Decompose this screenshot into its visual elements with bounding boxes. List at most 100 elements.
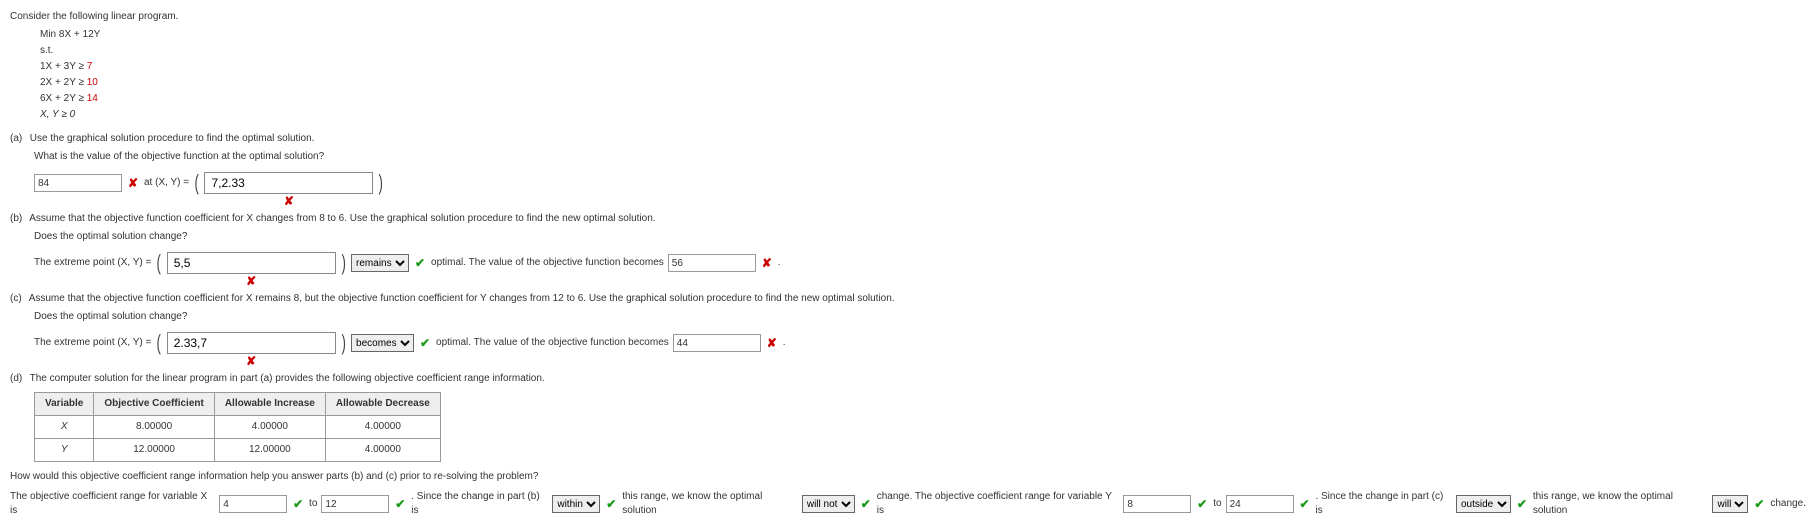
- part-d-label: (d): [10, 373, 22, 384]
- d-xlo-input[interactable]: [219, 495, 287, 513]
- td: 12.00000: [94, 439, 214, 462]
- d-s2: . Since the change in part (b) is: [411, 490, 548, 518]
- b-remains-select[interactable]: remains: [351, 254, 409, 272]
- lp-c3b: 14: [87, 93, 98, 104]
- c-lead: The extreme point (X, Y) =: [34, 336, 151, 350]
- d-willnot-select[interactable]: will not: [802, 495, 855, 513]
- lp-c4: X, Y ≥ 0: [40, 108, 1806, 122]
- a-obj-mark-icon: ✘: [126, 176, 140, 190]
- d-xhi-input[interactable]: [321, 495, 389, 513]
- d-ylo-input[interactable]: [1123, 495, 1191, 513]
- d-will-mark-icon: ✔: [1752, 497, 1766, 511]
- part-a-q2: What is the value of the objective funct…: [34, 150, 1806, 164]
- a-xy-input[interactable]: [204, 172, 373, 194]
- c-value-input[interactable]: [673, 334, 761, 352]
- d-outside-mark-icon: ✔: [1515, 497, 1529, 511]
- d-within-select[interactable]: within: [552, 495, 600, 513]
- part-a-label: (a): [10, 133, 22, 144]
- d-xlo-mark-icon: ✔: [291, 497, 305, 511]
- c-sel-mark-icon: ✔: [418, 336, 432, 350]
- b-tail: .: [778, 256, 781, 270]
- rparen-icon: ): [341, 332, 345, 354]
- lp-block: Min 8X + 12Y s.t. 1X + 3Y ≥ 7 2X + 2Y ≥ …: [40, 28, 1806, 122]
- b-xy-input[interactable]: [167, 252, 336, 274]
- d-s6: this range, we know the optimal solution: [1533, 490, 1709, 518]
- lp-c3: 6X + 2Y ≥ 14: [40, 92, 1806, 106]
- b-value-input[interactable]: [668, 254, 756, 272]
- d-outside-select[interactable]: outside: [1456, 495, 1511, 513]
- a-objective-value-input[interactable]: [34, 174, 122, 192]
- d-s7: change.: [1770, 497, 1806, 511]
- lp-c2a: 2X + 2Y ≥: [40, 77, 87, 88]
- th-allow-decr: Allowable Decrease: [325, 393, 440, 416]
- d-s3: this range, we know the optimal solution: [622, 490, 798, 518]
- c-becomes-select[interactable]: becomes: [351, 334, 414, 352]
- d-s4: change. The objective coefficient range …: [877, 490, 1120, 518]
- a-xy-mark-icon: ✘: [282, 194, 296, 208]
- b-sel-mark-icon: ✔: [413, 256, 427, 270]
- lp-c2b: 10: [87, 77, 98, 88]
- part-d: (d) The computer solution for the linear…: [10, 372, 1806, 386]
- a-at-text: at (X, Y) =: [144, 176, 189, 190]
- td: 4.00000: [325, 439, 440, 462]
- td: 4.00000: [325, 416, 440, 439]
- table-row: Y 12.00000 12.00000 4.00000: [35, 439, 441, 462]
- part-b-q2: Does the optimal solution change?: [34, 230, 1806, 244]
- th-allow-incr: Allowable Increase: [214, 393, 325, 416]
- b-lead: The extreme point (X, Y) =: [34, 256, 151, 270]
- c-xy-input[interactable]: [167, 332, 336, 354]
- intro-text: Consider the following linear program.: [10, 10, 1806, 24]
- lp-c1: 1X + 3Y ≥ 7: [40, 60, 1806, 74]
- rparen-icon: ): [341, 252, 345, 274]
- d-within-mark-icon: ✔: [604, 497, 618, 511]
- rparen-icon: ): [379, 172, 383, 194]
- part-c-q2: Does the optimal solution change?: [34, 310, 1806, 324]
- td: X: [35, 416, 94, 439]
- td: 8.00000: [94, 416, 214, 439]
- b-mid: optimal. The value of the objective func…: [431, 256, 664, 270]
- part-a: (a) Use the graphical solution procedure…: [10, 132, 1806, 146]
- lp-st: s.t.: [40, 44, 1806, 58]
- part-b: (b) Assume that the objective function c…: [10, 212, 1806, 226]
- d-to-2: to: [1213, 497, 1221, 511]
- d-yhi-input[interactable]: [1226, 495, 1294, 513]
- part-d-q2: How would this objective coefficient ran…: [10, 470, 1806, 484]
- lp-obj: Min 8X + 12Y: [40, 28, 1806, 42]
- lp-c1a: 1X + 3Y ≥: [40, 61, 87, 72]
- d-yhi-mark-icon: ✔: [1298, 497, 1312, 511]
- part-c: (c) Assume that the objective function c…: [10, 292, 1806, 306]
- lp-c3a: 6X + 2Y ≥: [40, 93, 87, 104]
- th-variable: Variable: [35, 393, 94, 416]
- d-willnot-mark-icon: ✔: [859, 497, 873, 511]
- coeff-table: Variable Objective Coefficient Allowable…: [34, 392, 441, 462]
- th-obj-coef: Objective Coefficient: [94, 393, 214, 416]
- c-val-mark-icon: ✘: [765, 336, 779, 350]
- lp-c2: 2X + 2Y ≥ 10: [40, 76, 1806, 90]
- lparen-icon: (: [157, 252, 161, 274]
- b-val-mark-icon: ✘: [760, 256, 774, 270]
- td: 4.00000: [214, 416, 325, 439]
- part-d-q1: The computer solution for the linear pro…: [30, 373, 545, 384]
- lp-c4-text: X, Y ≥ 0: [40, 109, 75, 120]
- d-will-select[interactable]: will: [1712, 495, 1748, 513]
- td: 12.00000: [214, 439, 325, 462]
- lp-c1b: 7: [87, 61, 93, 72]
- part-b-q1: Assume that the objective function coeff…: [29, 213, 655, 224]
- table-row: Variable Objective Coefficient Allowable…: [35, 393, 441, 416]
- d-ylo-mark-icon: ✔: [1195, 497, 1209, 511]
- d-to-1: to: [309, 497, 317, 511]
- d-xhi-mark-icon: ✔: [393, 497, 407, 511]
- part-c-label: (c): [10, 293, 22, 304]
- d-s1: The objective coefficient range for vari…: [10, 490, 215, 518]
- c-tail: .: [783, 336, 786, 350]
- td: Y: [35, 439, 94, 462]
- d-s5: . Since the change in part (c) is: [1315, 490, 1452, 518]
- lparen-icon: (: [157, 332, 161, 354]
- b-xy-mark-icon: ✘: [244, 274, 258, 288]
- part-c-q1: Assume that the objective function coeff…: [29, 293, 895, 304]
- lparen-icon: (: [195, 172, 199, 194]
- part-b-label: (b): [10, 213, 22, 224]
- table-row: X 8.00000 4.00000 4.00000: [35, 416, 441, 439]
- c-mid: optimal. The value of the objective func…: [436, 336, 669, 350]
- c-xy-mark-icon: ✘: [244, 354, 258, 368]
